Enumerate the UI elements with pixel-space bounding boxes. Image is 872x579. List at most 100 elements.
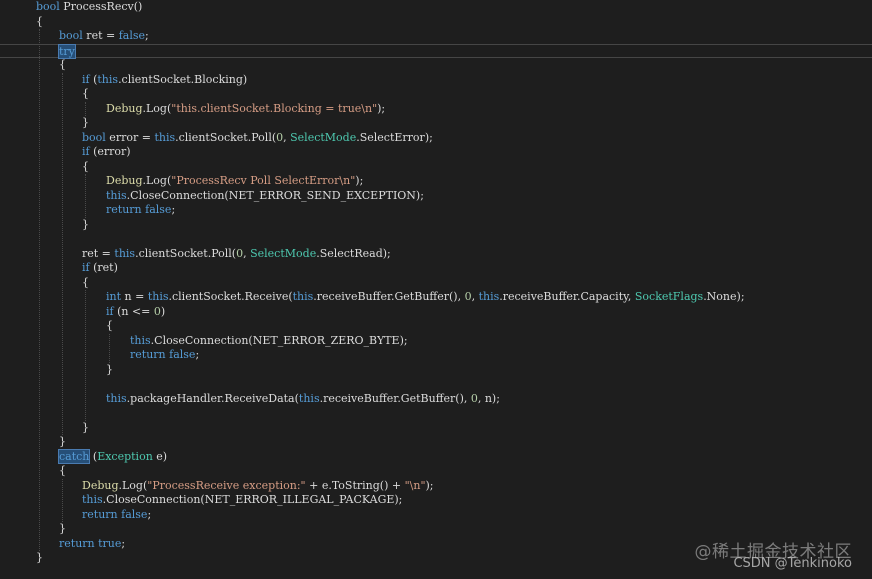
code-token: int xyxy=(106,290,122,303)
code-text: { xyxy=(82,276,89,291)
code-token: ProcessRecv() xyxy=(59,0,143,13)
code-token: false xyxy=(121,507,148,521)
code-line[interactable]: if (this.clientSocket.Blocking) xyxy=(0,73,872,88)
code-line[interactable]: if (n <= 0) xyxy=(0,305,872,320)
code-line[interactable] xyxy=(0,406,872,421)
code-token: , n); xyxy=(477,391,500,405)
code-line[interactable]: return false; xyxy=(0,508,872,523)
code-token: return xyxy=(106,203,142,216)
code-token: (n <= xyxy=(113,304,154,318)
code-token: 0 xyxy=(153,304,161,318)
code-token: { xyxy=(82,159,89,173)
code-line[interactable]: ret = this.clientSocket.Poll(0, SelectMo… xyxy=(0,247,872,262)
code-text: Debug.Log("ProcessRecv Poll SelectError\… xyxy=(106,174,363,189)
code-token: ret = xyxy=(82,246,115,260)
code-text: Debug.Log("this.clientSocket.Blocking = … xyxy=(106,102,385,117)
code-token: return xyxy=(130,348,166,361)
code-token: .CloseConnection(NET_ERROR_SEND_EXCEPTIO… xyxy=(126,188,424,202)
code-token: } xyxy=(36,551,43,564)
code-line[interactable]: { xyxy=(0,276,872,291)
code-token: { xyxy=(59,58,66,71)
code-line[interactable]: } xyxy=(0,218,872,233)
code-line[interactable]: { xyxy=(0,464,872,479)
code-line[interactable]: Debug.Log("ProcessRecv Poll SelectError\… xyxy=(0,174,872,189)
code-token: .None); xyxy=(703,290,745,303)
code-line[interactable]: return false; xyxy=(0,203,872,218)
code-text: int n = this.clientSocket.Receive(this.r… xyxy=(106,290,745,305)
code-line[interactable]: bool error = this.clientSocket.Poll(0, S… xyxy=(0,131,872,146)
code-text: } xyxy=(59,435,66,450)
code-token: ); xyxy=(425,478,434,492)
code-line[interactable]: if (ret) xyxy=(0,261,872,276)
code-line[interactable]: } xyxy=(0,522,872,537)
code-token: { xyxy=(82,275,89,289)
code-line[interactable]: bool ret = false; xyxy=(0,29,872,44)
code-line[interactable]: } xyxy=(0,116,872,131)
watermark-author: CSDN @Tenkinoko xyxy=(733,556,852,571)
code-token: .clientSocket.Blocking) xyxy=(118,72,248,86)
code-line[interactable]: if (error) xyxy=(0,145,872,160)
code-text: { xyxy=(59,58,66,73)
code-editor[interactable]: bool ProcessRecv(){bool ret = false; try{… xyxy=(0,0,872,579)
code-line[interactable]: this.CloseConnection(NET_ERROR_ILLEGAL_P… xyxy=(0,493,872,508)
code-token: Debug xyxy=(106,174,143,187)
code-line[interactable]: } xyxy=(0,421,872,436)
code-text: return false; xyxy=(106,203,175,218)
code-line[interactable]: { xyxy=(0,160,872,175)
code-text: try xyxy=(58,43,76,60)
code-text: this.CloseConnection(NET_ERROR_SEND_EXCE… xyxy=(106,189,424,204)
code-token: this xyxy=(298,391,320,405)
indent-guide xyxy=(62,72,63,435)
code-line[interactable]: int n = this.clientSocket.Receive(this.r… xyxy=(0,290,872,305)
code-token: SelectMode xyxy=(290,130,357,144)
code-line[interactable]: } xyxy=(0,435,872,450)
code-text: bool error = this.clientSocket.Poll(0, S… xyxy=(82,131,433,146)
code-token: Debug xyxy=(82,478,119,492)
code-line[interactable]: catch (Exception e) xyxy=(0,448,872,465)
code-text: ret = this.clientSocket.Poll(0, SelectMo… xyxy=(82,247,391,262)
code-line[interactable]: { xyxy=(0,15,872,30)
code-text: } xyxy=(82,218,89,233)
code-token: .CloseConnection(NET_ERROR_ILLEGAL_PACKA… xyxy=(102,493,403,506)
code-token: error = xyxy=(105,130,155,144)
code-token: ) xyxy=(160,304,166,318)
code-line[interactable]: Debug.Log("this.clientSocket.Blocking = … xyxy=(0,102,872,117)
code-line[interactable]: } xyxy=(0,363,872,378)
code-token: .receiveBuffer.Capacity, xyxy=(499,290,635,303)
code-line[interactable]: { xyxy=(0,319,872,334)
code-line[interactable]: try xyxy=(0,43,872,60)
code-token: .receiveBuffer.GetBuffer(), xyxy=(319,391,471,405)
code-token: if xyxy=(82,261,90,274)
code-token: bool xyxy=(59,29,83,42)
code-token: .receiveBuffer.GetBuffer(), xyxy=(313,290,465,303)
code-token: SelectMode xyxy=(250,246,317,260)
code-line[interactable] xyxy=(0,377,872,392)
code-token: ret = xyxy=(82,29,119,42)
code-token: this xyxy=(106,188,127,202)
code-token: ; xyxy=(171,203,176,216)
code-token: .Log( xyxy=(142,101,172,115)
code-token: this xyxy=(154,130,176,144)
code-line[interactable] xyxy=(0,232,872,247)
code-token: ; xyxy=(195,348,200,361)
code-line[interactable]: { xyxy=(0,58,872,73)
code-line[interactable]: this.CloseConnection(NET_ERROR_SEND_EXCE… xyxy=(0,189,872,204)
code-line[interactable]: this.CloseConnection(NET_ERROR_ZERO_BYTE… xyxy=(0,334,872,349)
code-text: catch (Exception e) xyxy=(57,448,167,465)
code-text: } xyxy=(36,551,43,566)
code-token: (error) xyxy=(89,145,131,158)
code-token: { xyxy=(82,87,89,100)
code-token: 0 xyxy=(464,290,472,303)
code-line[interactable]: Debug.Log("ProcessReceive exception:" + … xyxy=(0,479,872,494)
code-token: Debug xyxy=(106,101,143,115)
code-token: true xyxy=(98,536,122,550)
code-line[interactable]: { xyxy=(0,87,872,102)
code-token: ; xyxy=(147,507,152,521)
code-token: } xyxy=(82,217,89,231)
code-line[interactable]: this.packageHandler.ReceiveData(this.rec… xyxy=(0,392,872,407)
code-line[interactable]: return false; xyxy=(0,348,872,363)
code-token: if xyxy=(82,72,90,86)
code-text: this.CloseConnection(NET_ERROR_ILLEGAL_P… xyxy=(82,493,402,508)
code-line[interactable]: bool ProcessRecv() xyxy=(0,0,872,15)
code-token: this xyxy=(114,246,136,260)
